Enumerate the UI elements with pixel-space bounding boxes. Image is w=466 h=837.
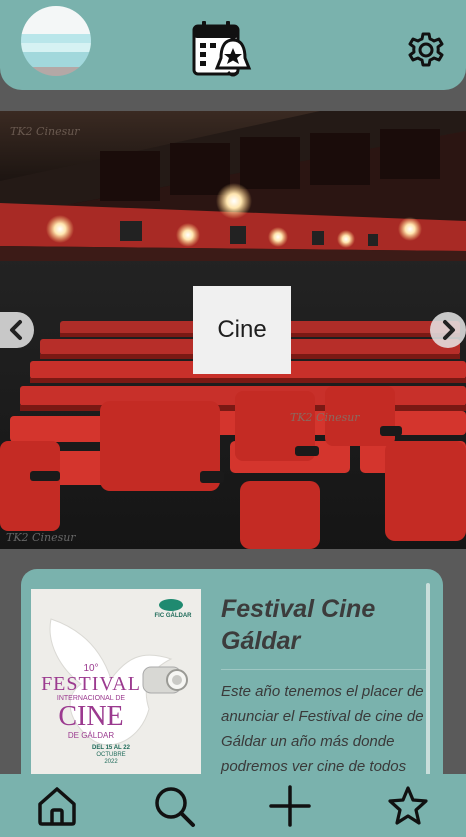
poster-logo-text: FIC GÁLDAR bbox=[154, 613, 192, 619]
carousel-prev-button[interactable] bbox=[0, 312, 34, 348]
watermark-bottom: TK2 Cinesur bbox=[6, 531, 76, 544]
home-icon bbox=[38, 787, 76, 826]
add-icon bbox=[269, 785, 311, 827]
gear-icon[interactable] bbox=[406, 30, 446, 70]
tab-home[interactable] bbox=[33, 782, 81, 830]
top-header bbox=[0, 0, 466, 90]
tab-favorites[interactable] bbox=[384, 782, 432, 830]
profile-avatar[interactable] bbox=[21, 6, 91, 76]
card-description: Este año tenemos el placer de anunciar e… bbox=[221, 683, 424, 775]
poster-line4: DE GÁLDAR bbox=[67, 731, 115, 740]
card-scrollbar[interactable] bbox=[426, 583, 430, 803]
card-divider bbox=[221, 669, 426, 670]
poster-year: 2022 bbox=[104, 759, 118, 765]
poster-line3: CINE bbox=[58, 701, 124, 732]
watermark-top: TK2 Cinesur bbox=[10, 125, 80, 138]
tab-search[interactable] bbox=[150, 782, 198, 830]
watermark-middle: TK2 Cinesur bbox=[290, 411, 360, 424]
bottom-tab-bar bbox=[0, 774, 466, 837]
search-icon bbox=[155, 787, 195, 827]
carousel-caption[interactable]: Cine bbox=[193, 286, 291, 374]
poster-line1: FESTIVAL bbox=[41, 673, 141, 695]
chevron-left-icon bbox=[10, 320, 22, 340]
carousel-next-button[interactable] bbox=[430, 312, 466, 348]
calendar-bell-icon[interactable] bbox=[191, 18, 255, 82]
poster-month: OCTUBRE bbox=[96, 752, 126, 758]
card-title[interactable]: Festival Cine Gáldar bbox=[221, 593, 426, 657]
chevron-right-icon bbox=[443, 320, 455, 340]
poster-dates: DEL 15 AL 22 bbox=[92, 745, 130, 751]
tab-add[interactable] bbox=[266, 782, 314, 830]
star-icon bbox=[388, 786, 428, 825]
festival-poster[interactable]: FIC GÁLDAR 10° FESTIVAL INTERNACIONAL DE… bbox=[31, 589, 201, 789]
